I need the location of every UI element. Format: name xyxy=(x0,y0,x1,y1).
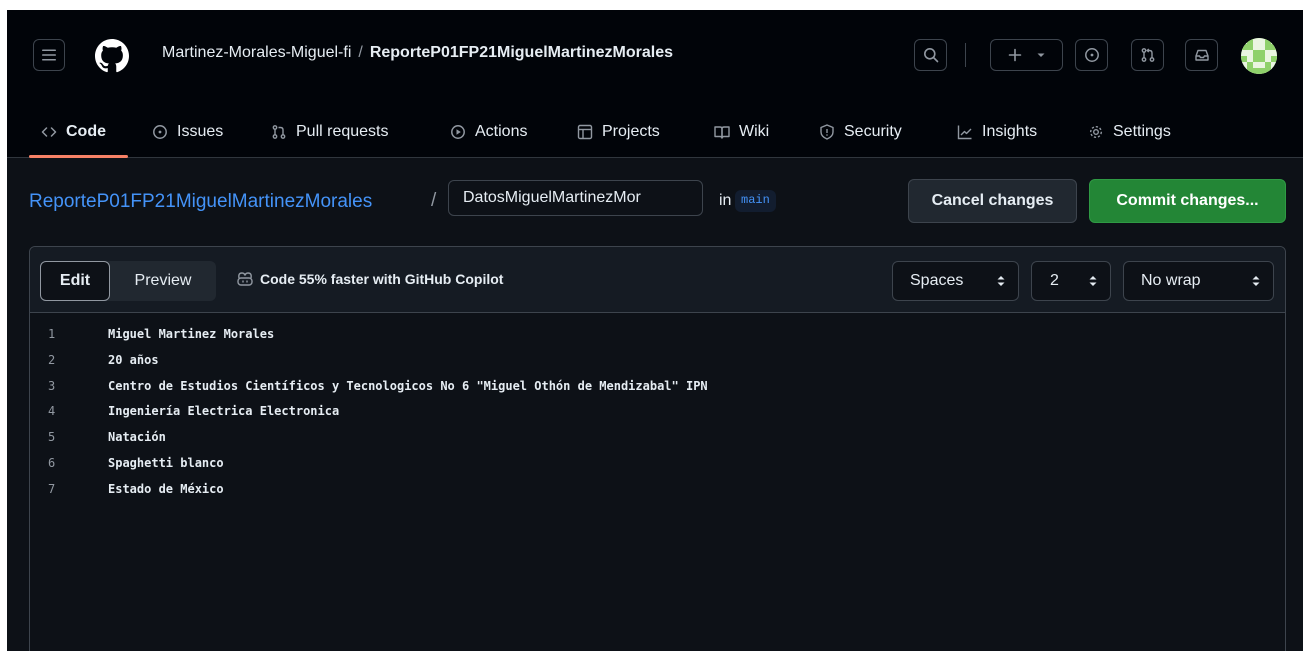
editor-breadcrumb-bar: ReporteP01FP21MiguelMartinezMorales / in… xyxy=(7,178,1303,224)
path-separator: / xyxy=(431,190,437,211)
plus-icon xyxy=(1008,48,1021,62)
line-text[interactable]: Natación xyxy=(108,430,166,444)
create-new-button[interactable] xyxy=(990,39,1063,71)
code-area[interactable]: 1 Miguel Martinez Morales 2 20 años 3 Centr… xyxy=(30,327,1285,508)
active-tab-indicator xyxy=(29,155,128,158)
repo-header: Martinez-Morales-Miguel-fi / ReporteP01FP2… xyxy=(7,10,1303,158)
tab-label: Projects xyxy=(602,123,660,140)
shield-icon xyxy=(820,124,834,140)
branch-badge: main xyxy=(735,190,776,212)
commit-changes-button[interactable]: Commit changes... xyxy=(1089,179,1286,223)
select-caret-icon xyxy=(1089,276,1097,286)
tab-label: Actions xyxy=(475,123,528,140)
line-text[interactable]: 20 años xyxy=(108,353,159,367)
copilot-promo[interactable]: Code 55% faster with GitHub Copilot xyxy=(236,271,503,287)
tab-wiki[interactable]: Wiki xyxy=(714,106,769,158)
your-pull-requests-button[interactable] xyxy=(1131,39,1164,71)
hamburger-icon xyxy=(42,49,56,61)
select-caret-icon xyxy=(1252,276,1260,286)
repo-link[interactable]: ReporteP01FP21MiguelMartinezMorales xyxy=(370,44,673,61)
filename-input[interactable] xyxy=(448,180,703,216)
line-number: 6 xyxy=(48,455,56,470)
tab-label: Pull requests xyxy=(296,123,389,140)
copilot-promo-text: Code 55% faster with GitHub Copilot xyxy=(260,271,504,287)
line-number: 4 xyxy=(48,404,56,419)
code-line: 1 Miguel Martinez Morales xyxy=(30,327,1285,353)
line-text[interactable]: Ingeniería Electrica Electronica xyxy=(108,404,339,418)
tab-label: Wiki xyxy=(739,123,770,140)
indent-mode-value: Spaces xyxy=(910,272,964,289)
in-label: in xyxy=(719,192,732,209)
header-divider xyxy=(965,43,966,67)
tab-issues[interactable]: Issues xyxy=(152,106,223,158)
search-button[interactable] xyxy=(914,39,947,71)
repo-root-link[interactable]: ReporteP01FP21MiguelMartinezMorales xyxy=(29,191,372,213)
menu-button[interactable] xyxy=(33,39,65,71)
line-text[interactable]: Miguel Martinez Morales xyxy=(108,327,274,341)
line-number: 2 xyxy=(48,352,56,367)
issue-icon xyxy=(153,125,167,139)
line-number: 5 xyxy=(48,430,56,445)
github-logo-icon[interactable] xyxy=(95,39,129,73)
app-window: Martinez-Morales-Miguel-fi / ReporteP01FP2… xyxy=(7,10,1303,651)
graph-icon xyxy=(957,125,972,140)
edit-preview-toggle: Edit Preview xyxy=(40,261,216,301)
avatar[interactable] xyxy=(1241,38,1277,74)
select-caret-icon xyxy=(997,276,1005,286)
wrap-mode-select[interactable]: No wrap xyxy=(1123,261,1274,301)
code-line: 4 Ingeniería Electrica Electronica xyxy=(30,404,1285,430)
code-icon xyxy=(41,127,57,137)
line-text[interactable]: Spaghetti blanco xyxy=(108,456,224,470)
indent-size-value: 2 xyxy=(1050,272,1059,289)
tab-security[interactable]: Security xyxy=(819,106,902,158)
tab-pull-requests[interactable]: Pull requests xyxy=(271,106,389,158)
pull-request-icon xyxy=(272,125,286,139)
cancel-changes-button[interactable]: Cancel changes xyxy=(908,179,1077,223)
wrap-mode-value: No wrap xyxy=(1141,272,1201,289)
pull-request-icon xyxy=(1141,48,1154,62)
code-line: 3 Centro de Estudios Científicos y Tecnol… xyxy=(30,379,1285,405)
code-line: 6 Spaghetti blanco xyxy=(30,456,1285,482)
top-bar: Martinez-Morales-Miguel-fi / ReporteP01FP2… xyxy=(7,10,1303,106)
copilot-icon xyxy=(237,272,253,286)
line-number: 3 xyxy=(48,378,56,393)
tab-code[interactable]: Code xyxy=(41,106,106,158)
table-icon xyxy=(577,124,593,140)
tab-actions[interactable]: Actions xyxy=(450,106,527,158)
your-issues-button[interactable] xyxy=(1075,39,1108,71)
tab-projects[interactable]: Projects xyxy=(577,106,660,158)
tab-label: Code xyxy=(66,123,106,140)
inbox-icon xyxy=(1194,49,1209,61)
owner-link[interactable]: Martinez-Morales-Miguel-fi xyxy=(162,44,351,61)
repo-tabs: Code Issues Pull requests Actions Projec… xyxy=(7,106,1303,158)
breadcrumb-separator: / xyxy=(358,44,363,61)
line-text[interactable]: Centro de Estudios Científicos y Tecnolo… xyxy=(108,379,708,393)
code-line: 2 20 años xyxy=(30,353,1285,379)
line-number: 7 xyxy=(48,481,56,496)
breadcrumb: Martinez-Morales-Miguel-fi / ReporteP01FP2… xyxy=(162,44,673,62)
line-number: 1 xyxy=(48,327,56,341)
indent-size-select[interactable]: 2 xyxy=(1031,261,1111,301)
editor-toolbar: Edit Preview Code 55% faster with GitHub… xyxy=(30,247,1285,313)
tab-label: Insights xyxy=(982,123,1038,140)
code-line: 7 Estado de México xyxy=(30,482,1285,508)
book-icon xyxy=(714,126,730,139)
tab-label: Issues xyxy=(177,123,224,140)
edit-tab[interactable]: Edit xyxy=(40,261,110,301)
file-editor: Edit Preview Code 55% faster with GitHub… xyxy=(29,246,1286,651)
line-text[interactable]: Estado de México xyxy=(108,482,224,496)
triangle-down-icon xyxy=(1037,53,1044,57)
indent-mode-select[interactable]: Spaces xyxy=(892,261,1019,301)
tab-settings[interactable]: Settings xyxy=(1088,106,1171,158)
tab-label: Settings xyxy=(1113,123,1171,140)
preview-tab[interactable]: Preview xyxy=(110,261,216,301)
tab-label: Security xyxy=(844,123,902,140)
search-icon xyxy=(923,48,938,63)
play-icon xyxy=(451,125,465,139)
gear-icon xyxy=(1089,125,1103,139)
tab-insights[interactable]: Insights xyxy=(957,106,1037,158)
issue-icon xyxy=(1084,48,1099,62)
notifications-button[interactable] xyxy=(1185,39,1218,71)
code-line: 5 Natación xyxy=(30,430,1285,456)
